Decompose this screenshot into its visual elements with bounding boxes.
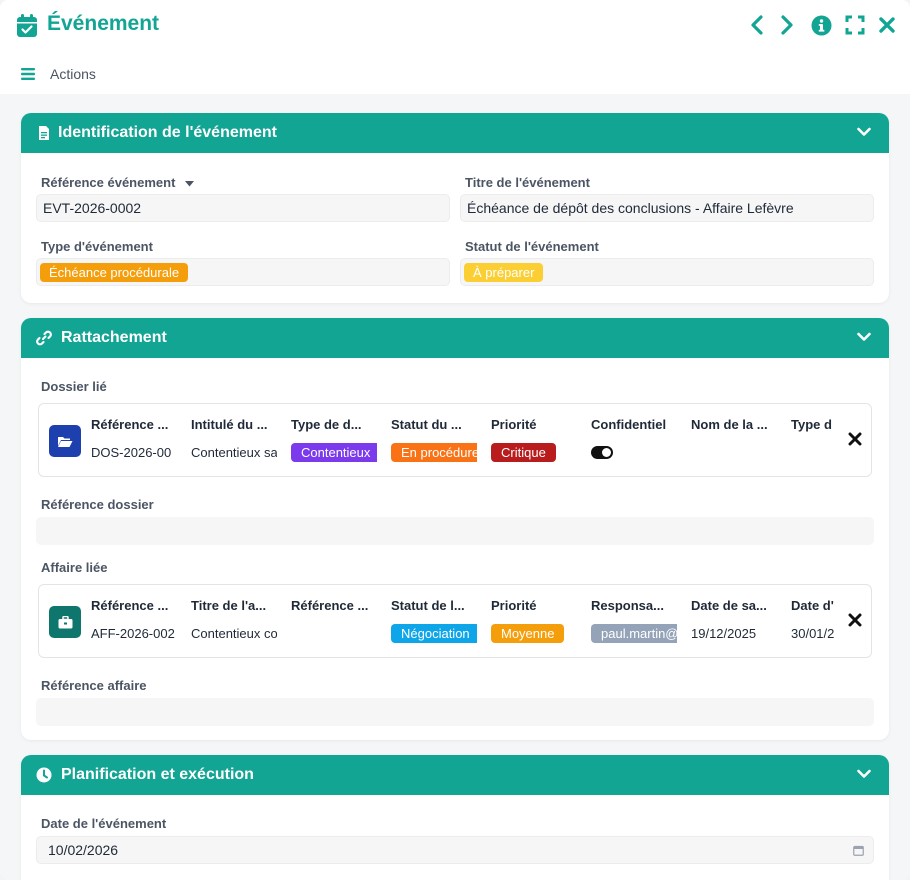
affaire-columns: Référence ... AFF-2026-002 Titre de l'a..… <box>91 585 836 657</box>
section-title: Planification et exécution <box>61 766 254 783</box>
fullscreen-button[interactable] <box>844 14 866 36</box>
column-header: Statut du ... <box>391 417 462 432</box>
event-window: Événement Actions Identification de l'év… <box>0 0 910 880</box>
priorite-badge: Moyenne <box>491 624 565 643</box>
titre-label: Titre de l'événement <box>465 175 590 190</box>
title-bar: Événement <box>0 0 910 52</box>
statut-dossier-badge: En procédure <box>391 443 477 462</box>
calendar-icon[interactable] <box>853 845 864 856</box>
chevron-right-icon <box>781 15 793 35</box>
priorite-badge: Critique <box>491 443 556 462</box>
close-icon <box>879 17 895 33</box>
column-value <box>791 443 836 462</box>
clock-icon <box>36 767 52 783</box>
column-value: AFF-2026-002 <box>91 626 175 641</box>
type-badge: Échéance procédurale <box>40 262 189 282</box>
document-icon <box>39 126 49 140</box>
planification-header[interactable]: Planification et exécution <box>21 755 889 795</box>
ref-affaire-label: Référence affaire <box>41 678 147 693</box>
type-label: Type d'événement <box>41 239 153 254</box>
toolbar: Actions <box>0 52 910 94</box>
chevron-down-icon[interactable] <box>857 769 871 779</box>
rattachement-header[interactable]: Rattachement <box>21 318 889 358</box>
identification-header[interactable]: Identification de l'événement <box>21 113 889 153</box>
column-value: DOS-2026-00 <box>91 445 172 460</box>
chevron-down-icon[interactable] <box>857 332 871 342</box>
dossier-columns: Référence ... DOS-2026-00 Intitulé du ...… <box>91 404 836 476</box>
close-button[interactable] <box>876 14 898 36</box>
column-value <box>691 443 777 462</box>
rattachement-section: Rattachement Dossier lié Référence ... DO… <box>21 318 889 740</box>
column-header: Type de d... <box>291 417 362 432</box>
column-header: Responsa... <box>591 598 664 613</box>
remove-affaire-icon[interactable] <box>848 613 862 627</box>
statut-field[interactable]: À préparer <box>460 258 874 286</box>
link-icon <box>36 330 52 346</box>
statut-affaire-badge: Négociation <box>391 624 477 643</box>
column-header: Date de sa... <box>691 598 767 613</box>
actions-menu[interactable]: Actions <box>50 66 96 82</box>
column-header: Date d' <box>791 598 834 613</box>
ref-dossier-field[interactable] <box>36 517 874 545</box>
dossier-lie-label: Dossier lié <box>41 379 107 394</box>
folder-open-icon <box>58 436 73 447</box>
expand-icon <box>845 15 865 35</box>
column-header: Type d <box>791 417 832 432</box>
calendar-check-icon <box>17 14 37 37</box>
remove-dossier-icon[interactable] <box>848 432 862 446</box>
statut-badge: À préparer <box>464 262 544 282</box>
info-button[interactable] <box>810 14 832 36</box>
date-value: 10/02/2026 <box>48 842 119 858</box>
ref-affaire-field[interactable] <box>36 698 874 726</box>
reference-field[interactable]: EVT-2026-0002 <box>36 194 450 222</box>
column-value: Contentieux sa <box>191 445 277 460</box>
affaire-liee-label: Affaire liée <box>41 560 108 575</box>
column-header: Confidentiel <box>591 417 667 432</box>
section-title: Identification de l'événement <box>58 124 277 141</box>
column-header: Référence ... <box>91 417 169 432</box>
type-dossier-badge: Contentieux <box>291 443 377 462</box>
linked-affaire-card[interactable]: Référence ... AFF-2026-002 Titre de l'a..… <box>38 584 872 658</box>
info-icon <box>811 15 831 35</box>
next-button[interactable] <box>776 14 798 36</box>
column-value: 19/12/2025 <box>691 626 757 641</box>
column-header: Nom de la ... <box>691 417 768 432</box>
column-header: Référence ... <box>291 598 369 613</box>
ref-dossier-label: Référence dossier <box>41 497 154 512</box>
column-value: Contentieux co <box>191 626 277 641</box>
hamburger-menu-icon[interactable] <box>21 68 35 80</box>
planification-section: Planification et exécution Date de l'évé… <box>21 755 889 880</box>
column-value <box>291 624 377 643</box>
statut-label: Statut de l'événement <box>465 239 599 254</box>
affaire-icon-tile <box>49 606 81 638</box>
page-title: Événement <box>47 12 160 35</box>
column-header: Référence ... <box>91 598 169 613</box>
window-actions <box>746 14 898 36</box>
chevron-left-icon <box>751 15 763 35</box>
dossier-icon-tile <box>49 425 81 457</box>
previous-button[interactable] <box>746 14 768 36</box>
reference-label: Référence événement <box>41 175 195 190</box>
date-field[interactable]: 10/02/2026 <box>36 836 874 864</box>
section-title: Rattachement <box>61 329 167 346</box>
date-label: Date de l'événement <box>41 816 167 831</box>
identification-section: Identification de l'événement Référence … <box>21 113 889 303</box>
titre-field[interactable]: Échéance de dépôt des conclusions - Affa… <box>460 194 874 222</box>
column-header: Priorité <box>491 598 537 613</box>
linked-dossier-card[interactable]: Référence ... DOS-2026-00 Intitulé du ...… <box>38 403 872 477</box>
type-field[interactable]: Échéance procédurale <box>36 258 450 286</box>
responsable-badge: paul.martin@ <box>591 624 677 643</box>
column-header: Priorité <box>491 417 537 432</box>
briefcase-icon <box>58 615 72 628</box>
confidentiel-toggle <box>591 446 613 459</box>
caret-down-icon[interactable] <box>185 180 195 187</box>
column-header: Statut de l... <box>391 598 465 613</box>
column-value: 30/01/2 <box>791 626 835 641</box>
chevron-down-icon[interactable] <box>857 127 871 137</box>
column-header: Titre de l'a... <box>191 598 267 613</box>
column-header: Intitulé du ... <box>191 417 268 432</box>
